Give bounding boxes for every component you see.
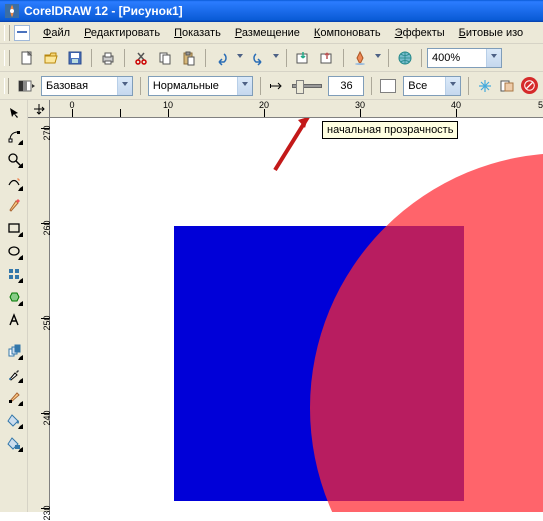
base-input[interactable] xyxy=(42,77,117,95)
ruler-container: 0 10 20 30 40 50 270 260 250 240 230 нач… xyxy=(28,100,543,512)
document-icon[interactable] xyxy=(14,25,30,41)
menu-view[interactable]: Показать xyxy=(167,25,228,41)
print-button[interactable] xyxy=(97,47,119,69)
pick-tool[interactable] xyxy=(3,102,25,124)
window-title: CorelDRAW 12 - [Рисунок1] xyxy=(24,4,183,18)
grip[interactable] xyxy=(4,25,10,41)
menu-file[interactable]: ФФайлайл xyxy=(36,25,77,41)
transparency-input[interactable] xyxy=(329,77,363,95)
mode-combo[interactable] xyxy=(148,76,253,96)
grip[interactable] xyxy=(4,50,10,66)
app-launcher-dropdown[interactable] xyxy=(373,47,383,69)
undo-dropdown[interactable] xyxy=(235,47,245,69)
menu-bar: ФФайлайл Редактировать Показать Размещен… xyxy=(0,22,543,44)
open-button[interactable] xyxy=(40,47,62,69)
clear-transparency-button[interactable] xyxy=(520,75,539,97)
title-bar: CorelDRAW 12 - [Рисунок1] xyxy=(0,0,543,22)
red-ellipse-shape[interactable] xyxy=(310,153,543,512)
import-button[interactable] xyxy=(292,47,314,69)
work-area: 0 10 20 30 40 50 270 260 250 240 230 нач… xyxy=(0,100,543,512)
text-tool[interactable] xyxy=(3,309,25,331)
zoom-combo[interactable] xyxy=(427,48,502,68)
slider-thumb[interactable] xyxy=(296,80,304,94)
ruler-horizontal[interactable]: 0 10 20 30 40 50 xyxy=(50,100,543,118)
tooltip: начальная прозрачность xyxy=(322,121,458,139)
menu-arrange[interactable]: Размещение xyxy=(228,25,307,41)
transparency-slider[interactable] xyxy=(292,84,323,88)
undo-button[interactable] xyxy=(211,47,233,69)
interactive-fill-tool[interactable] xyxy=(3,432,25,454)
blend-tool[interactable] xyxy=(3,340,25,362)
menu-edit[interactable]: Редактировать xyxy=(77,25,167,41)
transparency-value[interactable] xyxy=(328,76,364,96)
standard-toolbar xyxy=(0,44,543,72)
cut-button[interactable] xyxy=(130,47,152,69)
new-button[interactable] xyxy=(16,47,38,69)
redo-button[interactable] xyxy=(247,47,269,69)
annotation-arrow xyxy=(260,118,320,180)
menu-layout[interactable]: Компоновать xyxy=(307,25,388,41)
basic-shapes-tool[interactable] xyxy=(3,286,25,308)
smart-draw-tool[interactable] xyxy=(3,194,25,216)
apply-to-combo[interactable] xyxy=(403,76,461,96)
zoom-tool[interactable] xyxy=(3,148,25,170)
mode-input[interactable] xyxy=(149,77,237,95)
toolbox xyxy=(0,100,28,512)
redo-dropdown[interactable] xyxy=(271,47,281,69)
copy-button[interactable] xyxy=(154,47,176,69)
fill-swatch xyxy=(380,79,396,93)
export-button[interactable] xyxy=(316,47,338,69)
transparency-start-icon xyxy=(268,75,286,97)
apply-to-input[interactable] xyxy=(404,77,445,95)
freeze-button[interactable] xyxy=(476,75,494,97)
ellipse-tool[interactable] xyxy=(3,240,25,262)
paste-button[interactable] xyxy=(178,47,200,69)
app-icon xyxy=(4,3,20,19)
shape-tool[interactable] xyxy=(3,125,25,147)
copy-props-button[interactable] xyxy=(498,75,516,97)
ruler-origin[interactable] xyxy=(28,100,50,118)
zoom-input[interactable] xyxy=(428,49,486,67)
polygon-tool[interactable] xyxy=(3,263,25,285)
zoom-dropdown-button[interactable] xyxy=(486,49,501,67)
drawing-canvas[interactable]: начальная прозрачность xyxy=(50,118,543,512)
fill-swatch-button[interactable] xyxy=(379,75,399,97)
menu-effects[interactable]: Эффекты xyxy=(388,25,452,41)
property-bar xyxy=(0,72,543,100)
corel-online-button[interactable] xyxy=(394,47,416,69)
base-dropdown-button[interactable] xyxy=(117,77,132,95)
freehand-tool[interactable] xyxy=(3,171,25,193)
fill-tool[interactable] xyxy=(3,409,25,431)
outline-tool[interactable] xyxy=(3,386,25,408)
ruler-vertical[interactable]: 270 260 250 240 230 xyxy=(28,118,50,512)
transparency-type-button[interactable] xyxy=(17,75,37,97)
save-button[interactable] xyxy=(64,47,86,69)
eyedropper-tool[interactable] xyxy=(3,363,25,385)
grip[interactable] xyxy=(4,78,9,94)
prohibit-icon xyxy=(521,77,538,94)
base-combo[interactable] xyxy=(41,76,133,96)
mode-dropdown-button[interactable] xyxy=(237,77,252,95)
menu-bitmaps[interactable]: Битовые изо xyxy=(452,25,531,41)
app-launcher-button[interactable] xyxy=(349,47,371,69)
rectangle-tool[interactable] xyxy=(3,217,25,239)
apply-to-dropdown-button[interactable] xyxy=(445,77,460,95)
